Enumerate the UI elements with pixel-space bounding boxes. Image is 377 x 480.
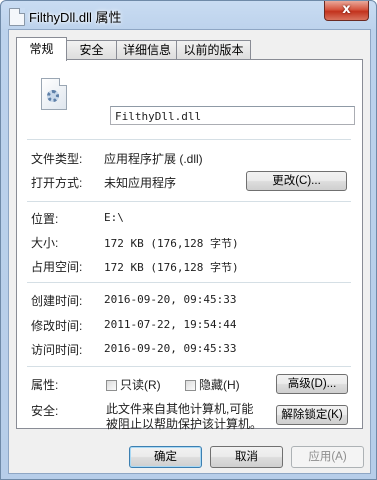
created-label: 创建时间: <box>31 294 83 308</box>
file-type-value: 应用程序扩展 (.dll) <box>104 152 203 166</box>
attributes-label: 属性: <box>31 378 59 392</box>
size-label: 大小: <box>31 236 59 250</box>
apply-button[interactable]: 应用(A) <box>291 446 364 468</box>
file-type-label: 文件类型: <box>31 152 83 166</box>
tab-general[interactable]: 常规 <box>16 37 67 61</box>
readonly-checkbox[interactable] <box>106 380 117 391</box>
ok-button[interactable]: 确定 <box>129 446 202 468</box>
size-value: 172 KB (176,128 字节) <box>104 237 239 250</box>
readonly-label[interactable]: 只读(R) <box>120 376 161 393</box>
unblock-button[interactable]: 解除锁定(K) <box>276 405 348 425</box>
title-bar[interactable]: FilthyDll.dll 属性 x <box>1 1 376 29</box>
advanced-button[interactable]: 高级(D)... <box>276 374 348 394</box>
separator <box>27 366 351 367</box>
accessed-label: 访问时间: <box>31 343 83 357</box>
security-message-line2: 被阻止以帮助保护该计算机。 <box>106 417 263 431</box>
dialog-body: 常规 安全 详细信息 以前的版本 FilthyDll.dll 文件类型: 应用程… <box>8 29 371 474</box>
accessed-value: 2016-09-20, 09:45:33 <box>104 342 237 355</box>
window-title: FilthyDll.dll 属性 <box>29 10 122 25</box>
separator <box>27 139 351 140</box>
dll-gear-icon <box>41 78 67 110</box>
change-button[interactable]: 更改(C)... <box>246 171 347 191</box>
hidden-checkbox[interactable] <box>185 380 196 391</box>
opens-with-label: 打开方式: <box>31 176 83 190</box>
tab-details[interactable]: 详细信息 <box>116 40 178 60</box>
properties-window: FilthyDll.dll 属性 x 常规 安全 详细信息 以前的版本 Filt… <box>0 0 377 480</box>
general-panel: FilthyDll.dll 文件类型: 应用程序扩展 (.dll) 打开方式: … <box>16 59 363 431</box>
modified-label: 修改时间: <box>31 319 83 333</box>
size-on-disk-label: 占用空间: <box>31 260 83 274</box>
security-label: 安全: <box>31 404 59 418</box>
separator <box>27 282 351 283</box>
modified-value: 2011-07-22, 19:54:44 <box>104 318 237 331</box>
file-icon <box>9 8 25 26</box>
cancel-button[interactable]: 取消 <box>210 446 283 468</box>
file-name-field[interactable]: FilthyDll.dll <box>110 106 355 125</box>
size-on-disk-value: 172 KB (176,128 字节) <box>104 261 239 274</box>
security-message-line1: 此文件来自其他计算机,可能 <box>106 402 254 416</box>
tab-previous-versions[interactable]: 以前的版本 <box>176 40 251 60</box>
opens-with-value: 未知应用程序 <box>104 176 177 190</box>
location-value: E:\ <box>104 211 124 224</box>
separator <box>27 201 351 202</box>
close-button[interactable]: x <box>324 1 369 21</box>
tab-security[interactable]: 安全 <box>65 40 118 60</box>
location-label: 位置: <box>31 212 59 226</box>
created-value: 2016-09-20, 09:45:33 <box>104 293 237 306</box>
hidden-label[interactable]: 隐藏(H) <box>199 376 240 393</box>
gear-icon <box>47 90 59 102</box>
